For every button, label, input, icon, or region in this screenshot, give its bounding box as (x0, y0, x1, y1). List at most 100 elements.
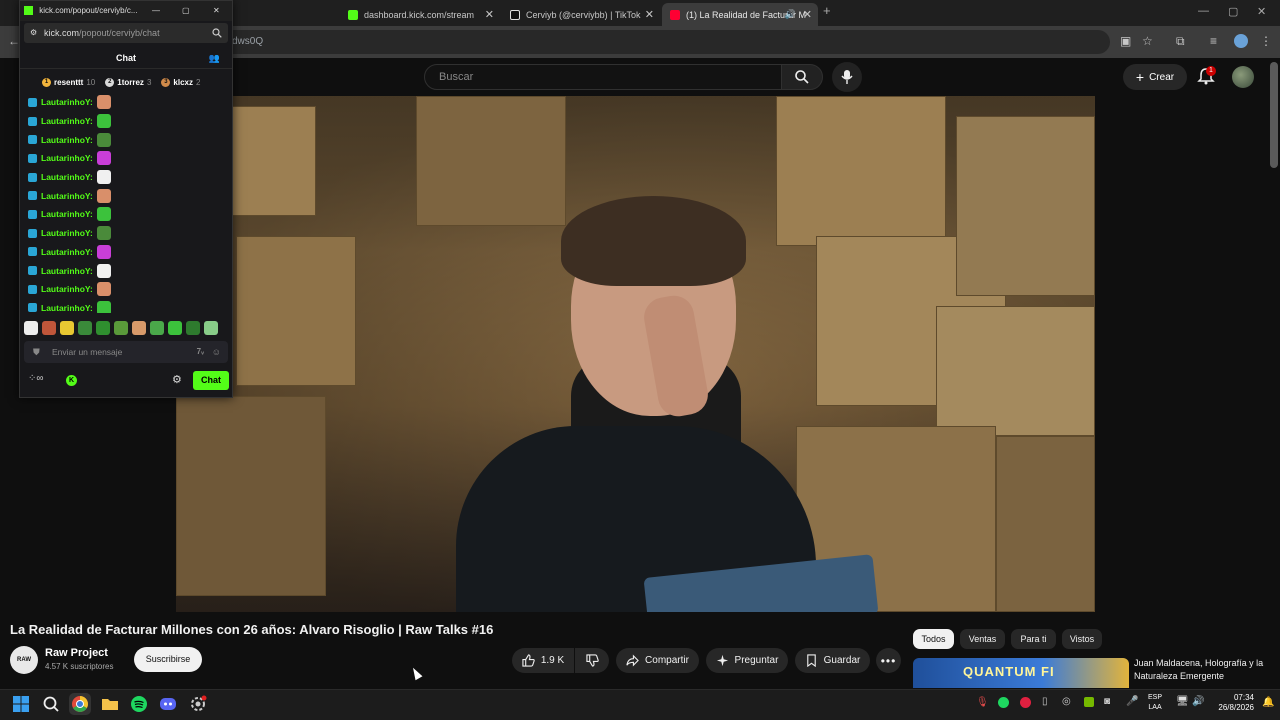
maximize-icon[interactable]: ▢ (1228, 5, 1238, 18)
quick-emote-icon[interactable] (42, 321, 56, 335)
chat-message[interactable]: LautarinhoY: (28, 243, 224, 262)
chat-username[interactable]: LautarinhoY: (41, 303, 93, 313)
chip-ventas[interactable]: Ventas (960, 629, 1005, 649)
quick-emote-icon[interactable] (150, 321, 164, 335)
spotify-icon[interactable] (128, 693, 150, 715)
discord-icon[interactable] (157, 693, 179, 715)
quick-emote-icon[interactable] (168, 321, 182, 335)
chip-vistos[interactable]: Vistos (1062, 629, 1102, 649)
video-player[interactable] (176, 96, 1095, 612)
quick-emote-icon[interactable] (78, 321, 92, 335)
tab-kick-dashboard[interactable]: dashboard.kick.com/stream ✕ (340, 3, 500, 26)
tray-discord-icon[interactable]: ◙ (1104, 696, 1110, 707)
chat-message[interactable]: LautarinhoY: (28, 299, 224, 313)
share-button[interactable]: Compartir (616, 648, 699, 673)
profile-icon[interactable] (1234, 34, 1248, 48)
reading-list-icon[interactable]: ≡ (1210, 34, 1217, 48)
send-chat-button[interactable]: Chat (193, 371, 229, 390)
chat-message-input[interactable]: ⛊ Enviar un mensaje 7ᵥ ☺ (24, 341, 228, 363)
taskbar-search-icon[interactable] (40, 693, 62, 715)
file-explorer-icon[interactable] (99, 693, 121, 715)
chat-username[interactable]: LautarinhoY: (41, 153, 93, 163)
volume-icon[interactable]: 🔊 (1192, 696, 1204, 707)
save-button[interactable]: Guardar (795, 648, 870, 673)
minimize-icon[interactable]: — (1198, 5, 1209, 17)
minimize-icon[interactable]: — (152, 1, 160, 21)
close-window-icon[interactable]: ✕ (1257, 5, 1266, 18)
seven-tv-icon[interactable]: 7ᵥ (197, 341, 204, 363)
quick-emote-icon[interactable] (24, 321, 38, 335)
quick-emote-icon[interactable] (204, 321, 218, 335)
recommendation-title[interactable]: Juan Maldacena, Holografía y la Naturale… (1134, 657, 1270, 683)
leaderboard-entry[interactable]: 1 resenttt 10 (42, 77, 95, 87)
cast-icon[interactable]: ▣ (1120, 34, 1131, 48)
kick-logo-icon[interactable]: K (66, 375, 77, 386)
chat-message[interactable]: LautarinhoY: (28, 112, 224, 131)
notification-center-icon[interactable]: 🔔 (1262, 697, 1274, 708)
quick-emote-icon[interactable] (60, 321, 74, 335)
speaker-icon[interactable]: 🔊 (785, 9, 796, 20)
chat-message[interactable]: LautarinhoY: (28, 130, 224, 149)
voice-search-button[interactable] (832, 62, 862, 92)
system-clock[interactable]: 07:34 26/8/2026 (1214, 693, 1254, 713)
subscribe-button[interactable]: Suscribirse (134, 647, 202, 672)
create-button[interactable]: + Crear (1123, 64, 1187, 90)
chat-username[interactable]: LautarinhoY: (41, 266, 93, 276)
network-icon[interactable]: 🖥 (1176, 696, 1189, 707)
chrome-icon[interactable] (69, 693, 91, 715)
chip-todos[interactable]: Todos (913, 629, 954, 649)
chat-message[interactable]: LautarinhoY: (28, 93, 224, 112)
browser-menu-icon[interactable]: ⋮ (1260, 34, 1272, 48)
chat-message[interactable]: LautarinhoY: (28, 205, 224, 224)
quick-emote-icon[interactable] (186, 321, 200, 335)
new-tab-icon[interactable]: + (823, 3, 831, 18)
settings-gear-app-icon[interactable] (187, 693, 209, 715)
close-icon[interactable]: ✕ (213, 1, 220, 21)
chat-username[interactable]: LautarinhoY: (41, 284, 93, 294)
chat-username[interactable]: LautarinhoY: (41, 228, 93, 238)
tray-record-icon[interactable] (1020, 697, 1031, 708)
chat-message[interactable]: LautarinhoY: (28, 280, 224, 299)
windows-start-icon[interactable] (10, 693, 32, 715)
tray-nvidia-icon[interactable] (1084, 697, 1094, 707)
chip-para-ti[interactable]: Para ti (1011, 629, 1056, 649)
quick-emote-icon[interactable] (96, 321, 110, 335)
channel-avatar[interactable]: RAW (10, 646, 38, 674)
zoom-search-icon[interactable] (212, 28, 222, 38)
chat-message[interactable]: LautarinhoY: (28, 224, 224, 243)
chat-username[interactable]: LautarinhoY: (41, 209, 93, 219)
chat-message[interactable]: LautarinhoY: (28, 186, 224, 205)
chat-username[interactable]: LautarinhoY: (41, 247, 93, 257)
tab-tiktok[interactable]: Cerviyb (@cerviybb) | TikTok ✕ (502, 3, 660, 26)
leaderboard-entry[interactable]: 2 1torrez 3 (105, 77, 151, 87)
bookmark-star-icon[interactable]: ☆ (1142, 34, 1153, 48)
tray-spotify-icon[interactable] (998, 697, 1009, 708)
extensions-icon[interactable]: ⧉ (1176, 34, 1185, 49)
more-actions-button[interactable]: ••• (876, 648, 901, 673)
chat-message[interactable]: LautarinhoY: (28, 149, 224, 168)
chat-username[interactable]: LautarinhoY: (41, 172, 93, 182)
tray-vpn-icon[interactable]: ◎ (1062, 696, 1071, 707)
search-button[interactable] (781, 64, 823, 90)
chat-settings-gear-icon[interactable]: ⚙ (172, 373, 182, 386)
popout-url-field[interactable]: ⚙ kick.com/popout/cerviyb/chat (24, 23, 228, 43)
page-scrollbar[interactable] (1270, 62, 1278, 168)
tray-usb-icon[interactable]: ▯ (1042, 696, 1048, 707)
tab-youtube-active[interactable]: (1) La Realidad de Facturar M 🔊 ✕ (662, 3, 818, 26)
language-indicator[interactable]: ESP LAA (1148, 693, 1162, 713)
channel-name[interactable]: Raw Project (45, 647, 108, 659)
tray-mic-icon[interactable]: 🎙 (976, 697, 989, 708)
chat-username[interactable]: LautarinhoY: (41, 135, 93, 145)
emoji-icon[interactable]: ☺ (212, 341, 221, 363)
tab-close-icon[interactable]: ✕ (803, 8, 812, 21)
url-field[interactable]: dws0Q (160, 30, 1110, 54)
chat-message[interactable]: LautarinhoY: (28, 168, 224, 187)
chat-username[interactable]: LautarinhoY: (41, 191, 93, 201)
infinity-icon[interactable]: ⁘∞ (28, 373, 44, 384)
quick-emote-icon[interactable] (114, 321, 128, 335)
chat-username[interactable]: LautarinhoY: (41, 116, 93, 126)
chat-message-list[interactable]: LautarinhoY: LautarinhoY: LautarinhoY: Laut… (28, 93, 224, 313)
chat-username[interactable]: LautarinhoY: (41, 97, 93, 107)
like-button[interactable]: 1.9 K (512, 648, 574, 673)
dislike-button[interactable] (575, 648, 609, 673)
